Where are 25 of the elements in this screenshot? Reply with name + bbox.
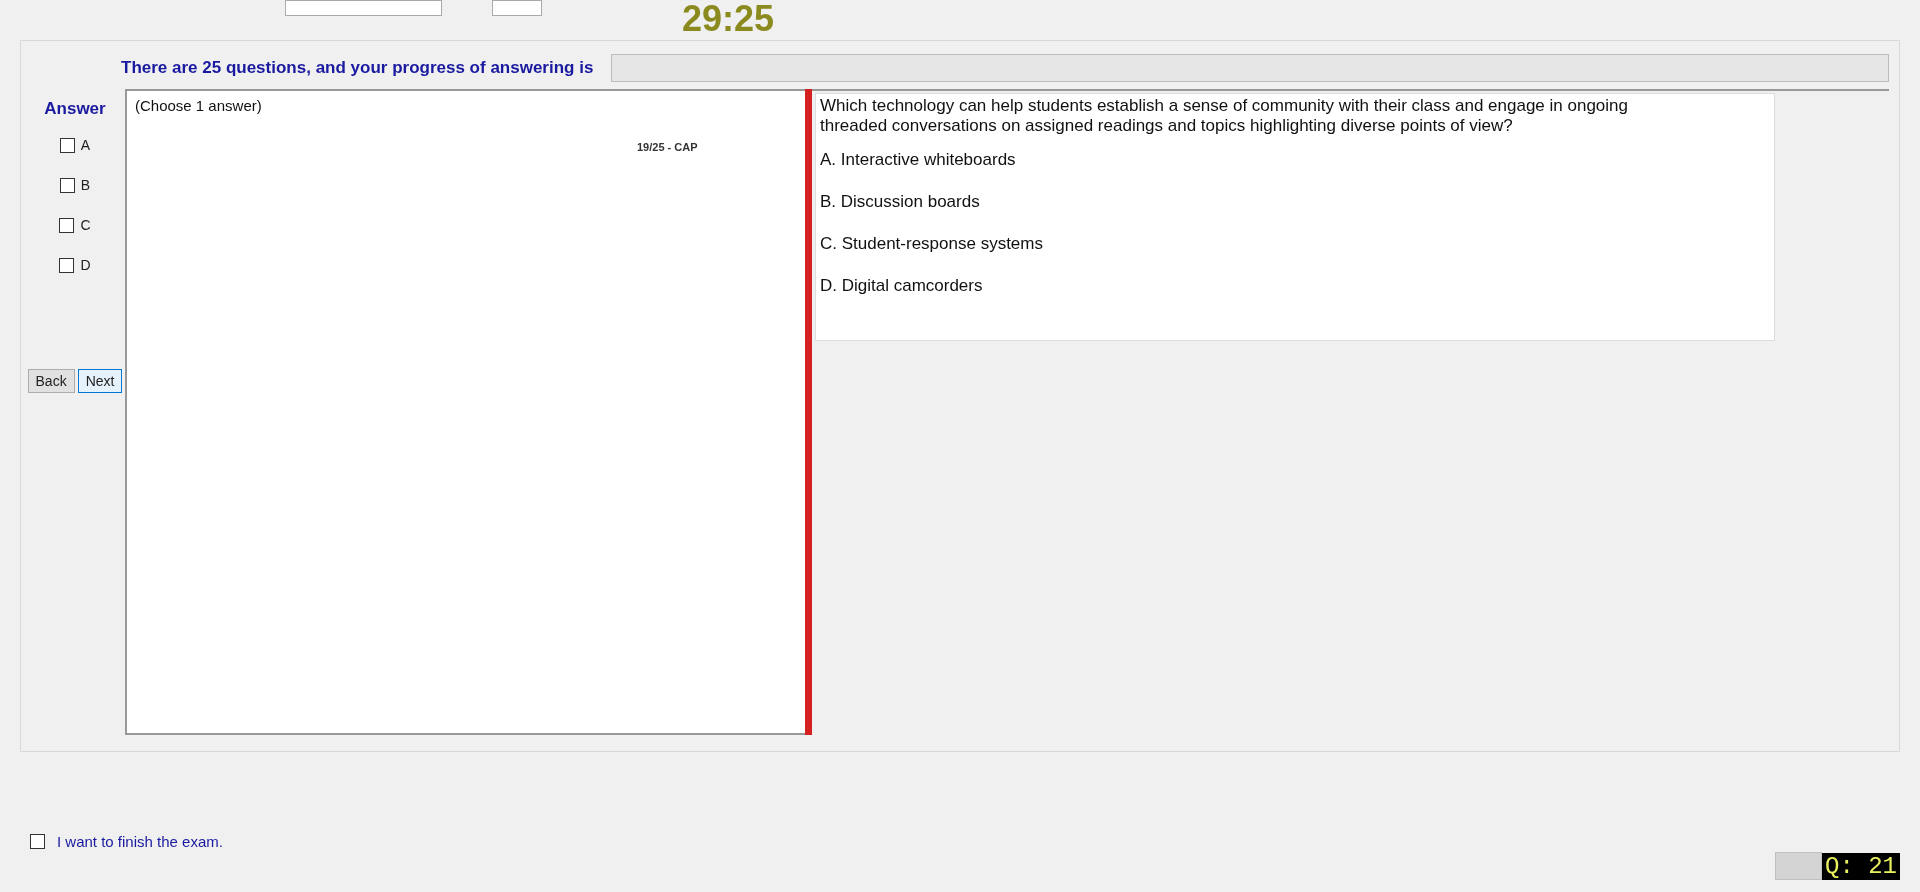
checkbox[interactable] [59, 177, 75, 193]
option-label: A [80, 137, 91, 153]
progress-label: There are 25 questions, and your progress of answering is [121, 58, 594, 78]
checkbox[interactable] [59, 217, 75, 233]
question-tag: 19/25 - CAP [637, 141, 698, 153]
answer-heading: Answer [44, 99, 106, 119]
checkbox[interactable] [59, 257, 75, 273]
dropdown-field[interactable] [285, 0, 442, 16]
choice-text: D. Digital camcorders [820, 276, 984, 297]
question-text: Which technology can help students establish a sense of community with their class and engage in ongoing threaded conversations on assigned readings and topics highlighting diverse points of view? [820, 96, 1629, 136]
nav-button[interactable]: Back [27, 369, 75, 393]
choice-text: B. Discussion boards [820, 192, 981, 213]
option-label: C [80, 217, 91, 233]
instruction-text: (Choose 1 answer) [135, 97, 262, 114]
option-label: B [80, 177, 91, 193]
choice-text: A. Interactive whiteboards [820, 150, 1017, 171]
timer-text: 29:25 [682, 0, 775, 38]
question-counter: Q: 21 [1822, 852, 1900, 880]
nav-button[interactable]: Next [77, 369, 123, 393]
input-field[interactable] [492, 0, 542, 16]
checkbox[interactable] [59, 137, 75, 153]
checkbox[interactable] [30, 834, 45, 849]
choice-text: C. Student-response systems [820, 234, 1044, 255]
option-label: D [80, 257, 91, 273]
finish-label: I want to finish the exam. [57, 833, 223, 850]
